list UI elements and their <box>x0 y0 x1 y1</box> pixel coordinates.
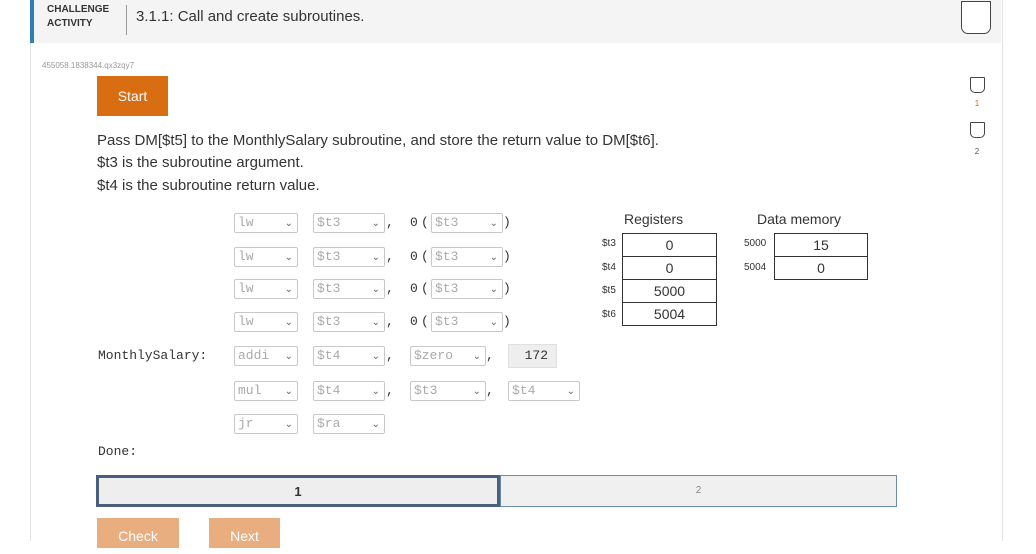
chevron-down-icon: ⌄ <box>489 317 498 328</box>
level-1-badge-icon[interactable] <box>970 77 985 93</box>
comma: , <box>486 348 494 363</box>
header-divider <box>126 5 127 35</box>
memory-address: 5004 <box>744 262 767 273</box>
comma: , <box>386 249 394 264</box>
register-name: $t6 <box>602 309 616 320</box>
chevron-down-icon: ⌄ <box>284 317 293 328</box>
comma: , <box>386 281 394 296</box>
instruction-line-2: $t3 is the subroutine argument. <box>97 154 304 171</box>
registers-title: Registers <box>624 211 684 227</box>
opcode-select[interactable]: lw ⌄ <box>234 213 298 233</box>
chevron-down-icon: ⌄ <box>284 252 293 263</box>
chevron-down-icon: ⌄ <box>284 419 293 430</box>
memory-value: 0 <box>774 256 868 280</box>
chevron-down-icon: ⌄ <box>371 386 380 397</box>
comma: , <box>386 314 394 329</box>
paren-open: ( <box>421 281 429 296</box>
chevron-down-icon: ⌄ <box>371 419 380 430</box>
chevron-down-icon: ⌄ <box>371 218 380 229</box>
paren-open: ( <box>421 314 429 329</box>
register-select[interactable]: $t4 ⌄ <box>508 381 580 401</box>
register-select[interactable]: $t4 ⌄ <box>313 381 385 401</box>
chevron-down-icon: ⌄ <box>371 351 380 362</box>
comma: , <box>486 383 494 398</box>
chevron-down-icon: ⌄ <box>284 284 293 295</box>
start-button[interactable]: Start <box>97 76 168 116</box>
offset-value: 0 <box>410 281 418 296</box>
level-2-number: 2 <box>974 147 980 156</box>
base-register-select[interactable]: $t3 ⌄ <box>431 279 503 299</box>
monthly-salary-label: MonthlySalary: <box>98 348 208 363</box>
base-register-select[interactable]: $t3 ⌄ <box>431 213 503 233</box>
register-select[interactable]: $t3 ⌄ <box>313 312 385 332</box>
activity-type-label: CHALLENGE ACTIVITY <box>47 4 110 29</box>
completion-badge-icon <box>961 1 991 34</box>
register-name: $t4 <box>602 262 616 273</box>
immediate-value: 172 <box>508 344 557 368</box>
level-1-number: 1 <box>974 99 980 108</box>
opcode-select[interactable]: lw ⌄ <box>234 247 298 267</box>
activity-title: 3.1.1: Call and create subroutines. <box>136 8 365 25</box>
paren-close: ) <box>503 314 511 329</box>
opcode-select[interactable]: mul ⌄ <box>234 381 298 401</box>
comma: , <box>386 348 394 363</box>
opcode-select[interactable]: lw ⌄ <box>234 279 298 299</box>
register-select[interactable]: $t3 ⌄ <box>410 381 486 401</box>
paren-close: ) <box>503 215 511 230</box>
base-register-select[interactable]: $t3 ⌄ <box>431 247 503 267</box>
register-name: $t5 <box>602 285 616 296</box>
offset-value: 0 <box>410 249 418 264</box>
chevron-down-icon: ⌄ <box>566 386 575 397</box>
paren-open: ( <box>421 215 429 230</box>
chevron-down-icon: ⌄ <box>489 218 498 229</box>
register-select[interactable]: $t3 ⌄ <box>313 279 385 299</box>
comma: , <box>386 215 394 230</box>
chevron-down-icon: ⌄ <box>472 386 481 397</box>
register-select[interactable]: $zero ⌄ <box>410 346 486 366</box>
register-select[interactable]: $t3 ⌄ <box>313 247 385 267</box>
activity-id: 455058.1838344.qx3zqy7 <box>42 61 135 70</box>
opcode-select[interactable]: lw ⌄ <box>234 312 298 332</box>
check-button[interactable]: Check <box>97 518 179 548</box>
chevron-down-icon: ⌄ <box>371 252 380 263</box>
chevron-down-icon: ⌄ <box>371 284 380 295</box>
progress-level-2[interactable]: 2 <box>500 475 897 507</box>
next-button[interactable]: Next <box>209 518 280 548</box>
paren-close: ) <box>503 249 511 264</box>
register-name: $t3 <box>602 238 616 249</box>
chevron-down-icon: ⌄ <box>489 252 498 263</box>
offset-value: 0 <box>410 314 418 329</box>
register-value: 0 <box>622 256 717 280</box>
chevron-down-icon: ⌄ <box>371 317 380 328</box>
progress-level-1[interactable]: 1 <box>96 475 500 507</box>
level-2-badge-icon[interactable] <box>970 122 985 138</box>
comma: , <box>386 383 394 398</box>
register-select[interactable]: $t3 ⌄ <box>313 213 385 233</box>
paren-close: ) <box>503 281 511 296</box>
paren-open: ( <box>421 249 429 264</box>
opcode-select[interactable]: addi ⌄ <box>234 346 298 366</box>
chevron-down-icon: ⌄ <box>284 351 293 362</box>
chevron-down-icon: ⌄ <box>472 351 481 362</box>
register-select[interactable]: $t4 ⌄ <box>313 346 385 366</box>
instruction-line-1: Pass DM[$t5] to the MonthlySalary subrou… <box>97 132 659 149</box>
data-memory-title: Data memory <box>757 211 842 227</box>
opcode-select[interactable]: jr ⌄ <box>234 414 298 434</box>
register-value: 5004 <box>622 302 717 326</box>
done-label: Done: <box>98 444 138 459</box>
offset-value: 0 <box>410 215 418 230</box>
register-value: 5000 <box>622 279 717 303</box>
chevron-down-icon: ⌄ <box>489 284 498 295</box>
activity-header: CHALLENGE ACTIVITY 3.1.1: Call and creat… <box>30 0 1001 43</box>
base-register-select[interactable]: $t3 ⌄ <box>431 312 503 332</box>
register-select[interactable]: $ra ⌄ <box>313 414 385 434</box>
memory-value: 15 <box>774 233 868 257</box>
register-value: 0 <box>622 233 717 257</box>
chevron-down-icon: ⌄ <box>284 218 293 229</box>
instruction-line-3: $t4 is the subroutine return value. <box>97 177 320 194</box>
chevron-down-icon: ⌄ <box>284 386 293 397</box>
memory-address: 5000 <box>744 238 767 249</box>
